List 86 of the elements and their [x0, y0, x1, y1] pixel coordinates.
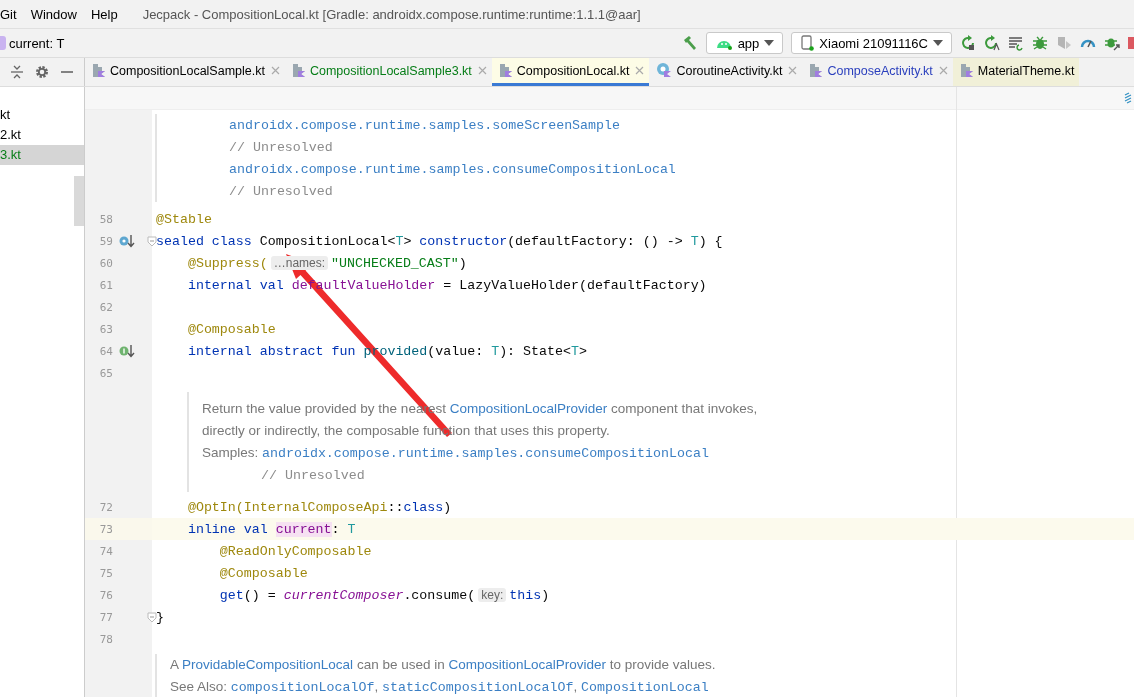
menu-item[interactable]: Help [90, 6, 125, 22]
code-line: @Composable [218, 565, 308, 581]
kotlin-file-icon [292, 63, 306, 78]
code-link[interactable]: staticCompositionLocalOf [381, 680, 574, 695]
doc-text: // Unresolved [228, 139, 334, 157]
project-file[interactable]: 2.kt [0, 125, 84, 145]
menu-item[interactable]: Window [30, 6, 84, 22]
close-icon[interactable] [270, 66, 280, 75]
line-number: 63 [98, 322, 113, 336]
phone-icon [800, 35, 815, 51]
doc-link[interactable]: ProvidableCompositionLocal [182, 657, 354, 672]
doc-text: See Also: compositionLocalOf, staticCompositionLocalOf, CompositionLocal [170, 678, 710, 697]
breadcrumb[interactable]: current: T [9, 35, 65, 51]
bug-icon[interactable] [1032, 35, 1048, 51]
doc-text: Samples: androidx.compose.runtime.samples.consumeCompositionLocal [202, 444, 710, 463]
scrollbar[interactable] [74, 176, 84, 226]
line-number: 78 [98, 632, 113, 646]
window-title: Jecpack - CompositionLocal.kt [Gradle: androidx.compose.runtime:runtime:1.1.1@aar] [142, 6, 641, 22]
line-number: 73 [98, 522, 113, 536]
code-line: @OptIn(InternalComposeApi::class) [186, 499, 452, 515]
code-line: @ReadOnlyComposable [218, 543, 372, 559]
kotlin-file-icon [499, 63, 513, 78]
kotlin-file-icon [93, 63, 106, 78]
doc-text: A ProvidableCompositionLocal can be used in CompositionLocalProvider to provide values. [170, 656, 716, 674]
line-number: 75 [98, 566, 113, 580]
caret-icon [764, 40, 775, 46]
shield-play-icon[interactable] [1056, 35, 1072, 51]
hammer-icon[interactable] [681, 35, 698, 51]
menu-item[interactable]: Git [0, 6, 24, 22]
close-icon[interactable] [788, 66, 798, 75]
close-icon[interactable] [938, 66, 948, 75]
doc-link[interactable]: CompositionLocalProvider [448, 657, 607, 672]
list-icon[interactable] [1008, 35, 1024, 51]
code-link[interactable]: androidx.compose.runtime.samples.consumeCompositionLocal [262, 446, 709, 461]
close-icon[interactable] [635, 66, 645, 75]
fold-icon[interactable] [147, 236, 157, 247]
editor-tab[interactable]: CompositionLocalSample.kt [85, 58, 285, 86]
project-file[interactable]: 3.kt [0, 145, 84, 165]
doc-link[interactable]: CompositionLocalProvider [449, 401, 608, 416]
code-line: @Stable [156, 211, 212, 227]
close-icon[interactable] [477, 66, 487, 75]
line-number: 61 [98, 278, 113, 292]
property-icon [0, 36, 6, 50]
line-number: 74 [98, 544, 113, 558]
code-line: @Suppress( …names: "UNCHECKED_CAST") [186, 255, 467, 271]
editor-tab[interactable]: CoroutineActivity.kt [649, 58, 803, 86]
overriding-icon[interactable] [119, 234, 135, 248]
editor-tab[interactable]: ComposeActivity.kt [802, 58, 953, 86]
doc-text: // Unresolved [260, 467, 366, 485]
apply-changes-icon[interactable] [984, 35, 1000, 51]
line-number: 65 [98, 366, 113, 380]
kotlin-file-icon [810, 63, 824, 78]
line-number: 60 [98, 256, 113, 270]
code-link[interactable]: androidx.compose.runtime.samples.someScreenSample [229, 118, 620, 133]
code-line: sealed class CompositionLocal<T> constructor(defaultFactory: () -> T) { [156, 233, 723, 249]
project-file[interactable]: kt [0, 105, 84, 125]
line-number: 62 [98, 300, 113, 314]
line-number: 72 [98, 500, 113, 514]
run-configuration-dropdown[interactable]: app [705, 32, 784, 54]
caret-icon [933, 40, 943, 46]
editor-tab[interactable]: CompositionLocal.kt [491, 58, 650, 86]
code-link[interactable]: androidx.compose.runtime.samples.consumeCompositionLocal [229, 162, 676, 177]
device-dropdown[interactable]: Xiaomi 21091116C [791, 32, 952, 54]
line-number: 64 [98, 344, 113, 358]
code-line: } [156, 609, 164, 625]
code-link[interactable]: CompositionLocal [581, 680, 709, 695]
line-number: 59 [98, 234, 113, 248]
rerun-icon[interactable] [960, 35, 976, 51]
editor-tab[interactable]: CompositionLocalSample3.kt [284, 58, 492, 86]
class-icon [657, 63, 673, 78]
line-number: 58 [98, 212, 113, 226]
stop-icon[interactable] [1128, 36, 1134, 50]
code-line: inline val current: T [186, 521, 356, 537]
line-number: 77 [98, 610, 113, 624]
fold-icon[interactable] [147, 612, 157, 623]
collapse-all-icon[interactable] [9, 65, 24, 79]
code-line: @Composable [186, 321, 276, 337]
code-link[interactable]: compositionLocalOf [230, 680, 375, 695]
reader-mode-icon[interactable] [1124, 92, 1132, 104]
implemented-icon[interactable] [119, 344, 135, 358]
line-number: 76 [98, 588, 113, 602]
editor-tab[interactable]: MaterialTheme.kt [952, 58, 1080, 86]
doc-text: // Unresolved [228, 183, 334, 201]
kotlin-file-icon [960, 63, 974, 78]
settings-icon[interactable] [35, 65, 49, 79]
code-line: get() = currentComposer.consume( key: this) [218, 587, 550, 603]
